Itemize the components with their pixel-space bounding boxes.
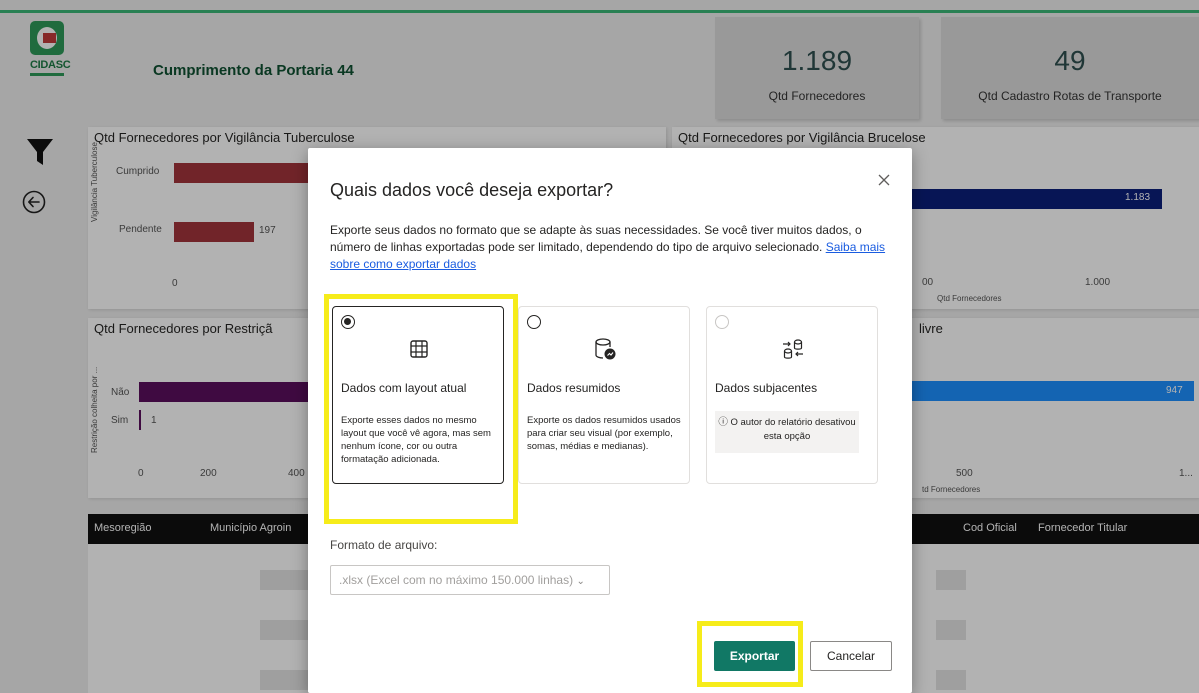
dialog-description: Exporte seus dados no formato que se ada… xyxy=(330,222,900,273)
cancel-button[interactable]: Cancelar xyxy=(810,641,892,671)
option-description: Exporte os dados resumidos usados para c… xyxy=(527,415,681,452)
format-select[interactable]: .xlsx (Excel com no máximo 150.000 linha… xyxy=(330,565,610,595)
option-title: Dados resumidos xyxy=(527,381,621,395)
format-label: Formato de arquivo: xyxy=(330,538,438,552)
format-value: .xlsx (Excel com no máximo 150.000 linha… xyxy=(339,573,574,587)
description-text: Exporte seus dados no formato que se ada… xyxy=(330,223,862,254)
dialog-title: Quais dados você deseja exportar? xyxy=(330,180,614,200)
database-chart-icon xyxy=(591,335,619,363)
chevron-down-icon: ⌄ xyxy=(576,576,585,587)
info-icon: ⓘ xyxy=(718,417,728,428)
highlight-box-export xyxy=(697,621,803,687)
disabled-note: ⓘ O autor do relatório desativou esta op… xyxy=(715,411,859,453)
option-dados-subjacentes: Dados subjacentes ⓘ O autor do relatório… xyxy=(706,306,878,484)
radio-button[interactable] xyxy=(527,315,541,329)
option-dados-resumidos[interactable]: Dados resumidos Exporte os dados resumid… xyxy=(518,306,690,484)
close-icon[interactable] xyxy=(876,172,892,188)
radio-button xyxy=(715,315,729,329)
data-swap-icon xyxy=(779,335,807,363)
highlight-box-option xyxy=(324,294,518,524)
option-title: Dados subjacentes xyxy=(715,381,818,395)
note-text: O autor do relatório desativou esta opçã… xyxy=(730,417,856,442)
